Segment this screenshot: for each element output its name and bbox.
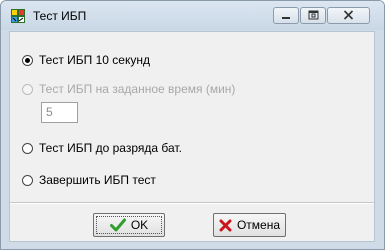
- cancel-label: Отмена: [236, 218, 281, 232]
- minimize-button[interactable]: [273, 7, 299, 24]
- option-label: Тест ИБП на заданное время (мин): [39, 82, 236, 96]
- radio-button[interactable]: [22, 174, 33, 186]
- maximize-icon: [308, 9, 319, 23]
- ups-app-icon: [10, 8, 26, 24]
- divider: [10, 202, 374, 204]
- check-icon: [109, 218, 126, 232]
- ups-test-dialog: Тест ИБП Тест ИБП 10 секунд Тест ИБП на …: [0, 0, 385, 250]
- close-icon: [343, 9, 354, 23]
- option-end-test[interactable]: Завершить ИБП тест: [22, 172, 156, 188]
- window-title: Тест ИБП: [33, 9, 87, 23]
- ok-button[interactable]: OK: [93, 213, 165, 237]
- minimize-icon: [281, 9, 291, 23]
- option-test-10-seconds[interactable]: Тест ИБП 10 секунд: [22, 52, 150, 68]
- dialog-content: Тест ИБП 10 секунд Тест ИБП на заданное …: [9, 31, 375, 242]
- option-test-until-discharge[interactable]: Тест ИБП до разряда бат.: [22, 140, 182, 156]
- red-x-icon: [219, 219, 232, 232]
- maximize-button[interactable]: [300, 7, 326, 24]
- option-label: Завершить ИБП тест: [39, 173, 156, 187]
- option-label: Тест ИБП 10 секунд: [39, 53, 150, 67]
- option-label: Тест ИБП до разряда бат.: [39, 141, 182, 155]
- close-button[interactable]: [327, 7, 370, 24]
- option-test-timed: Тест ИБП на заданное время (мин): [22, 81, 235, 97]
- radio-button[interactable]: [22, 142, 33, 154]
- radio-button-selected[interactable]: [22, 54, 33, 66]
- title-bar[interactable]: Тест ИБП: [1, 1, 384, 30]
- cancel-button[interactable]: Отмена: [213, 213, 286, 237]
- duration-minutes-input: 5: [41, 102, 78, 123]
- radio-button-disabled: [22, 83, 33, 95]
- ok-label: OK: [130, 218, 149, 232]
